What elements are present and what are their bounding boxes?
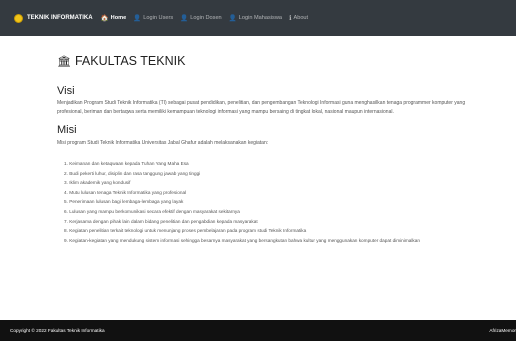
nav-item-about[interactable]: ℹ About [289,15,308,22]
list-item: 5. Penerimaan lulusan bagi lembaga-lemba… [64,199,184,205]
nav-item-login-mahasiswa-label: Login Mahasiswa [238,15,282,21]
misi-heading: Misi [57,124,77,136]
footer-copyright: Copyright © 2022 Fakultas Teknik Informa… [10,328,105,333]
nav-item-login-mahasiswa[interactable]: 👤 Login Mahasiswa [229,15,282,22]
list-item: 2. Budi pekerti luhur, disiplin dan rasa… [64,170,201,176]
page-title: 🏛 FAKULTAS TEKNIK [57,54,467,68]
nav-item-login-dosen-label: Login Dosen [190,15,222,21]
nav-item-home-label: Home [110,15,127,21]
nav-item-home[interactable]: 🏠 Home [101,15,127,22]
user-icon: 👤 [133,13,142,22]
nav-item-login-dosen[interactable]: 👤 Login Dosen [180,15,222,22]
list-item: 1. Keimanan dan ketaqwaan kepada Tuhan Y… [64,161,189,166]
user-icon: 👤 [228,13,237,22]
list-item: 3. Iklim akademik yang kondusif [64,180,131,186]
visi-text: Menjadikan Program Studi Teknik Informat… [57,100,466,115]
list-item: 8. Kegiatan penelitian terkait teknologi… [64,228,307,234]
info-icon: ℹ [289,13,292,22]
main-content: 🏛 FAKULTAS TEKNIK Visi Menjadikan Progra… [57,54,467,245]
list-item: 7. Kerjasama dengan pihak lain dalam bid… [64,218,258,224]
nav-item-about-label: About [293,15,309,21]
university-logo-icon [14,13,23,23]
brand-label: TEKNIK INFORMATIKA [27,15,93,21]
footer-credit: AfrizaMemor [489,328,516,333]
nav-item-login-users[interactable]: 👤 Login Users [133,15,173,22]
misi-list: 1. Keimanan dan ketaqwaan kepada Tuhan Y… [57,159,467,245]
brand-link[interactable]: TEKNIK INFORMATIKA [14,13,93,23]
page-title-text: FAKULTAS TEKNIK [74,54,186,68]
university-building-icon: 🏛 [57,54,71,68]
page-footer: Copyright © 2022 Fakultas Teknik Informa… [0,320,516,341]
home-icon: 🏠 [100,13,109,22]
misi-intro: Misi program Studi Teknik Informatika Un… [57,140,269,146]
list-item: 4. Mutu lulusan tenaga Teknik Informatik… [64,189,187,195]
list-item: 9. Kegiatan-kegiatan yang mendukung sist… [64,237,420,243]
visi-heading: Visi [57,85,75,97]
user-icon: 👤 [180,13,189,22]
top-navbar: TEKNIK INFORMATIKA 🏠 Home 👤 Login Users … [0,0,516,36]
list-item: 6. Lulusan yang mampu berkomunikasi seca… [64,208,240,214]
nav-item-login-users-label: Login Users [143,15,174,21]
